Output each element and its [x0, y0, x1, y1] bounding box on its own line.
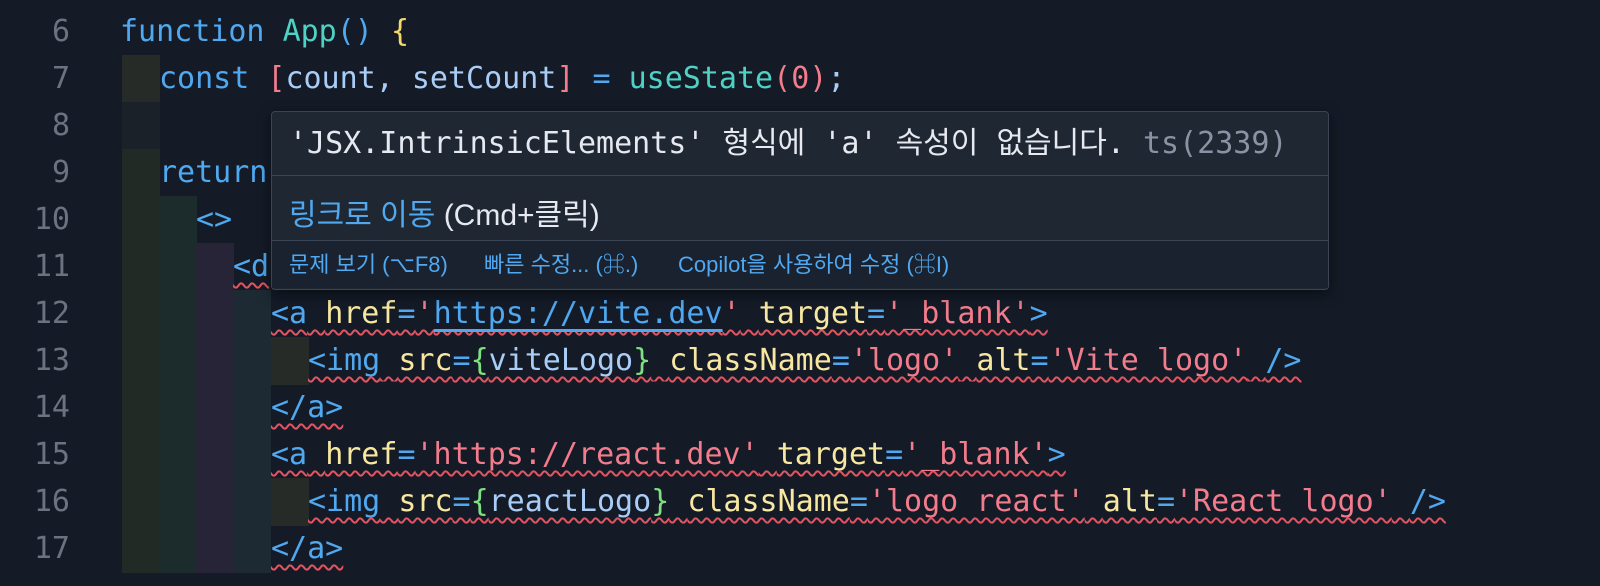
error-hover-popup: 'JSX.IntrinsicElements' 형식에 'a' 속성이 없습니다…: [271, 111, 1329, 290]
code-line-14: 14 </a>: [0, 384, 1600, 432]
divider: [272, 175, 1328, 176]
error-code: ts(2339): [1142, 126, 1288, 161]
line-number: 17: [33, 531, 70, 566]
line-number: 13: [33, 343, 70, 378]
line-number: 9: [51, 155, 70, 190]
error-message: 'JSX.IntrinsicElements' 형식에 'a' 속성이 없습니다…: [289, 126, 1288, 161]
copilot-fix-button[interactable]: Copilot을 사용하여 수정 (⌘I): [678, 241, 949, 288]
line-number: 6: [51, 14, 70, 49]
url-link[interactable]: https://vite.dev: [434, 296, 723, 331]
function-name: App: [282, 14, 337, 49]
line-number: 11: [33, 249, 70, 284]
go-to-link[interactable]: 링크로 이동: [289, 199, 435, 232]
code-line-15: 15 <a href='https://react.dev' target='_…: [0, 431, 1600, 479]
code-editor[interactable]: 6 function App() { 7 const [count, setCo…: [0, 0, 1600, 586]
view-problem-button[interactable]: 문제 보기 (⌥F8): [289, 241, 448, 288]
hover-actions-bar: 문제 보기 (⌥F8) 빠른 수정... (⌘.) Copilot을 사용하여 …: [272, 241, 1328, 288]
code-line-17: 17 </a>: [0, 525, 1600, 573]
indent-guide: [122, 102, 160, 150]
line-number: 8: [51, 108, 70, 143]
code-line-16: 16 <img src={reactLogo} className='logo …: [0, 478, 1600, 526]
indent-guide: [122, 149, 160, 197]
indent-guide: [122, 55, 160, 103]
link-hint: (Cmd+클릭): [443, 199, 600, 232]
line-number: 10: [33, 202, 70, 237]
line-number: 14: [33, 390, 70, 425]
quick-fix-button[interactable]: 빠른 수정... (⌘.): [484, 241, 638, 288]
code-line-6: 6 function App() {: [0, 8, 1600, 56]
keyword: function: [120, 14, 265, 49]
line-number: 7: [51, 61, 70, 96]
line-number: 12: [33, 296, 70, 331]
code-line-13: 13 <img src={viteLogo} className='logo' …: [0, 337, 1600, 385]
code-line-12: 12 <a href='https://vite.dev' target='_b…: [0, 290, 1600, 338]
line-number: 16: [33, 484, 70, 519]
line-number: 15: [33, 437, 70, 472]
code-line-7: 7 const [count, setCount] = useState(0);: [0, 55, 1600, 103]
